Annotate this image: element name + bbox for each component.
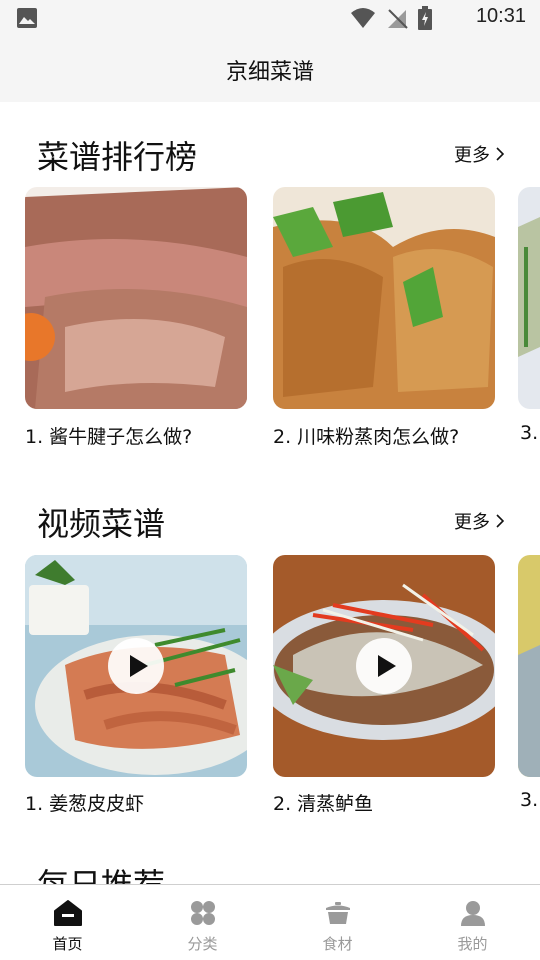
video-section-title: 视频菜谱 bbox=[37, 505, 166, 543]
nav-item-category[interactable]: 分类 bbox=[135, 885, 270, 960]
video-more-label: 更多 bbox=[454, 512, 490, 533]
ranking-caption-1[interactable]: 1. 酱牛腱子怎么做? bbox=[25, 422, 192, 449]
play-icon[interactable] bbox=[108, 638, 164, 694]
nav-label-ingredients: 食材 bbox=[322, 935, 353, 953]
nav-item-mine[interactable]: 我的 bbox=[405, 885, 540, 960]
ranking-more-label: 更多 bbox=[454, 145, 490, 166]
video-caption-2[interactable]: 2. 清蒸鲈鱼 bbox=[273, 789, 373, 816]
app-title: 京细菜谱 bbox=[225, 60, 314, 85]
ranking-caption-3[interactable]: 3. bbox=[520, 422, 538, 444]
nav-item-home[interactable]: 首页 bbox=[0, 885, 135, 960]
nav-label-category: 分类 bbox=[187, 935, 218, 953]
bottom-navigation: 首页 分类 食材 我的 bbox=[0, 884, 540, 960]
video-caption-1[interactable]: 1. 姜葱皮皮虾 bbox=[25, 789, 144, 816]
category-icon bbox=[191, 901, 215, 925]
video-caption-3[interactable]: 3. bbox=[520, 789, 538, 811]
recipe-card-image-partial[interactable] bbox=[518, 187, 540, 409]
nav-item-ingredients[interactable]: 食材 bbox=[270, 885, 405, 960]
chevron-right-icon bbox=[496, 514, 504, 528]
no-signal-icon bbox=[388, 9, 408, 29]
status-bar: 10:31 bbox=[0, 0, 540, 36]
home-icon bbox=[54, 900, 82, 926]
chevron-right-icon bbox=[496, 147, 504, 161]
user-icon bbox=[461, 901, 485, 926]
ranking-more-button[interactable]: 更多 bbox=[454, 141, 504, 167]
pot-icon bbox=[326, 902, 350, 924]
play-icon[interactable] bbox=[356, 638, 412, 694]
video-more-button[interactable]: 更多 bbox=[454, 508, 504, 534]
wifi-icon bbox=[351, 8, 375, 28]
daily-section-title: 每日推荐 bbox=[37, 866, 165, 884]
ranking-caption-2[interactable]: 2. 川味粉蒸肉怎么做? bbox=[273, 422, 459, 449]
video-card-image-partial[interactable] bbox=[518, 555, 540, 777]
ranking-section-title: 菜谱排行榜 bbox=[37, 138, 198, 176]
battery-charging-icon bbox=[418, 6, 432, 30]
clock: 10:31 bbox=[475, 5, 526, 27]
recipe-card-image-beef[interactable] bbox=[25, 187, 247, 409]
status-icons bbox=[350, 6, 432, 30]
video-card-image-fish[interactable] bbox=[273, 555, 495, 777]
nav-label-mine: 我的 bbox=[457, 935, 488, 953]
video-card-image-shrimp[interactable] bbox=[25, 555, 247, 777]
gallery-notification-icon bbox=[17, 8, 37, 28]
recipe-card-image-steamed-pork[interactable] bbox=[273, 187, 495, 409]
app-bar: 京细菜谱 bbox=[0, 36, 540, 102]
nav-label-home: 首页 bbox=[52, 935, 83, 953]
